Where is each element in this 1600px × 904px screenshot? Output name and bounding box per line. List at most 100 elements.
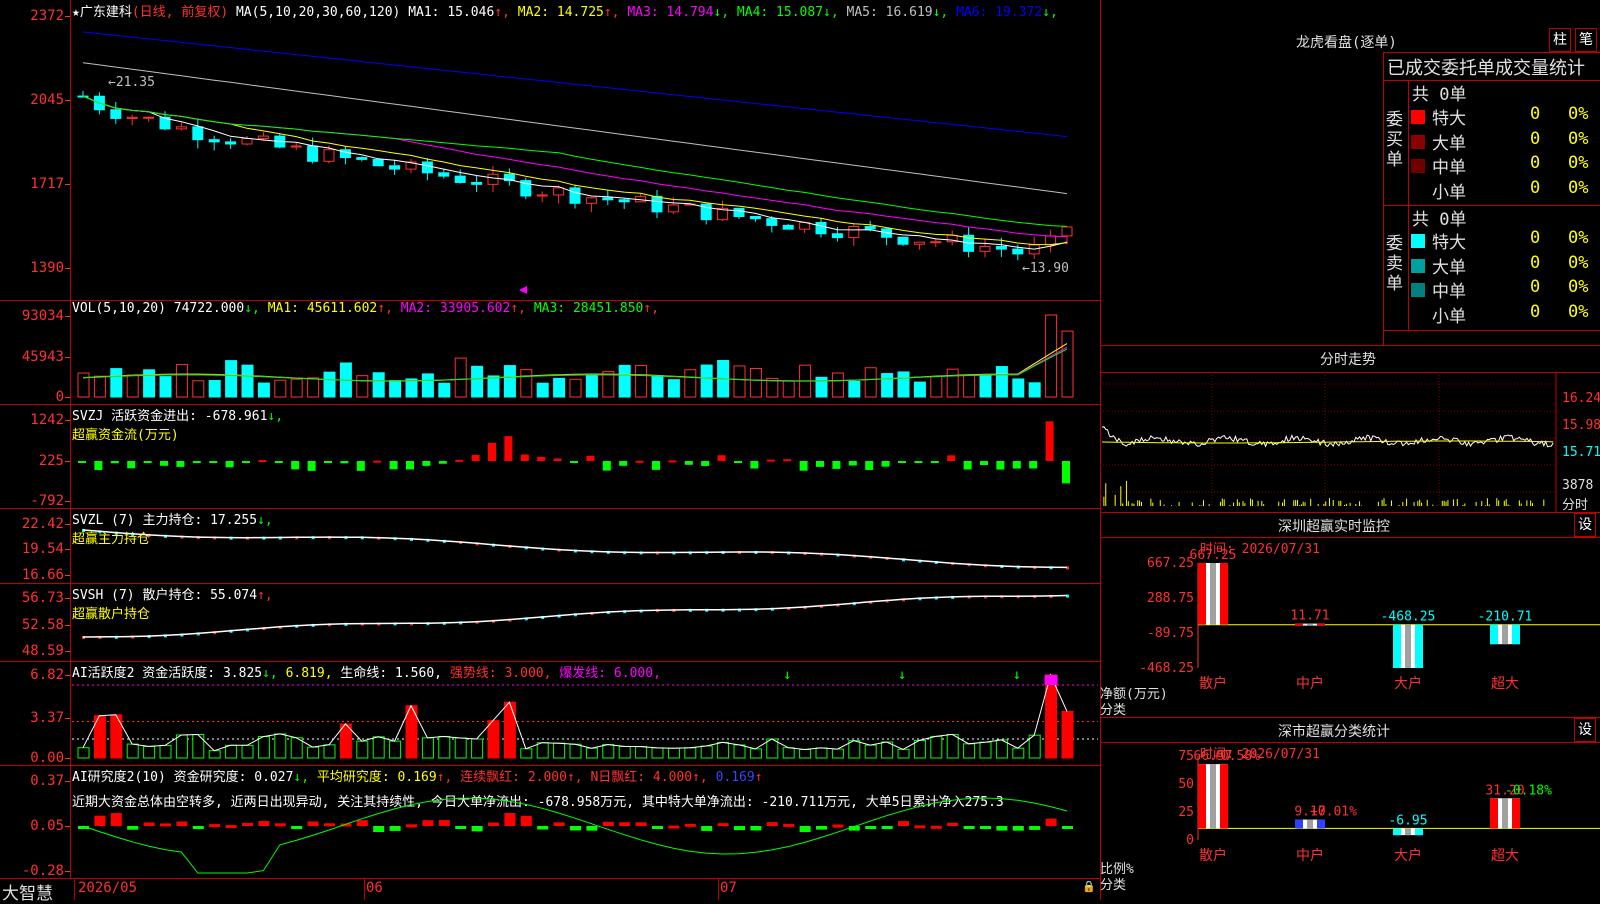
brand-label: 大智慧 xyxy=(2,884,53,904)
category-bar-edge xyxy=(1295,623,1303,626)
main-holding-chart[interactable] xyxy=(0,508,1100,583)
bar-mode-button[interactable]: 柱 xyxy=(1549,28,1571,52)
lhb-panel: 龙虎看盘(逐单) 柱 笔 已成交委托单成交量统计 委买单 委卖单 共 0单 共 … xyxy=(1100,0,1600,345)
fund-flow-bar xyxy=(766,459,775,462)
ai-activity-chart[interactable]: ↓ ↓ ↓ xyxy=(0,661,1100,765)
category-bar-shade xyxy=(1502,624,1508,645)
signal-arrow: ↓ xyxy=(898,667,906,683)
tick-mode-button[interactable]: 笔 xyxy=(1575,28,1597,52)
research-bar xyxy=(766,822,778,826)
order-percent: 0% xyxy=(1568,177,1589,198)
activity-line xyxy=(82,673,1068,752)
lock-icon[interactable]: 🔒 xyxy=(1082,880,1096,893)
monitor-panel[interactable]: 深圳超赢实时监控 设 时间: 2026/07/31 667.25 288.75 -8… xyxy=(1100,512,1600,718)
volume-pane[interactable]: 93034 45943 0 VOL(5,10,20) 74722.000↓, M… xyxy=(0,300,1100,405)
y-tick-label: 0 xyxy=(1186,833,1194,848)
category-bar-edge xyxy=(1415,828,1423,836)
research-bar xyxy=(668,825,680,829)
research-bar xyxy=(242,822,253,826)
order-count: 0 xyxy=(1530,252,1541,273)
volume-chart[interactable] xyxy=(0,300,1100,404)
activity-bar xyxy=(651,747,664,759)
fund-flow-bar xyxy=(520,454,529,461)
order-color-swatch xyxy=(1411,307,1427,324)
volume-bar xyxy=(1012,378,1025,398)
y-tick-label: 288.75 xyxy=(1147,591,1194,606)
volume-bar xyxy=(913,381,926,398)
volume-bar xyxy=(667,379,680,398)
volume-bar xyxy=(175,364,188,398)
activity-bar xyxy=(635,746,648,759)
fund-flow-bar xyxy=(356,461,365,471)
fund-flow-bar xyxy=(816,461,824,467)
retail-holding-chart[interactable] xyxy=(0,583,1100,661)
candle xyxy=(208,139,220,143)
research-bar xyxy=(291,826,303,829)
research-bar xyxy=(504,813,516,826)
candle xyxy=(471,181,483,185)
research-bar xyxy=(192,826,204,829)
sell-side-label: 委卖单 xyxy=(1386,234,1403,294)
ai-activity-pane[interactable]: 6.82 3.37 0.00 AI活跃度2 资金活跃度: 3.825↓, 6.8… xyxy=(0,661,1100,766)
activity-bar xyxy=(815,747,828,759)
candle xyxy=(815,221,827,235)
volume-bar xyxy=(225,360,238,398)
candle xyxy=(1045,235,1057,246)
candle xyxy=(438,172,450,177)
svsh-pane[interactable]: 56.73 52.58 48.59 SVSH (7) 散户持仓: 55.074↑… xyxy=(0,583,1100,662)
category-bar-shade xyxy=(1307,623,1313,626)
fund-flow-bar xyxy=(389,461,398,470)
candle xyxy=(651,195,663,213)
research-bar xyxy=(553,822,565,826)
activity-bar xyxy=(979,741,992,759)
candle xyxy=(749,215,761,220)
svzl-pane[interactable]: 22.42 19.54 16.66 SVZL (7) 主力持仓: 17.255↓… xyxy=(0,508,1100,584)
order-percent: 0% xyxy=(1568,228,1589,248)
intraday-panel[interactable]: 分时走势 16.24 15.98 15.71 3878 分时 xyxy=(1100,345,1600,513)
fund-flow-chart[interactable] xyxy=(0,404,1100,508)
activity-bar xyxy=(257,736,270,759)
high-marker: ←21.35 xyxy=(108,75,155,90)
research-bar xyxy=(865,826,877,829)
research-bar xyxy=(94,815,106,826)
ai-research-chart[interactable] xyxy=(0,765,1100,878)
research-bar xyxy=(110,813,122,826)
kline-pane[interactable]: 2372 2045 1717 1390 ★广东建科(日线, 前复权) MA(5,… xyxy=(0,0,1100,301)
order-count: 0 xyxy=(1530,153,1541,173)
activity-bar xyxy=(1061,710,1074,759)
volume-bar xyxy=(963,374,976,398)
activity-bar xyxy=(208,750,221,759)
activity-bar xyxy=(421,737,434,759)
fund-flow-bar xyxy=(78,461,86,463)
category-bar-edge xyxy=(1220,764,1228,829)
ma-line-6 xyxy=(82,31,1068,138)
fund-flow-bar xyxy=(340,461,349,464)
net-amount-chart[interactable]: 667.25 288.75 -89.75 -468.25 667.25 散户 11.71 中户… xyxy=(1100,513,1600,718)
activity-bar xyxy=(667,747,680,759)
fund-flow-bar xyxy=(422,461,431,466)
classify-unit2: 分类 xyxy=(1100,878,1127,893)
category-bar-edge xyxy=(1317,623,1325,626)
order-count: 0 xyxy=(1530,104,1541,124)
volume-bar xyxy=(471,365,484,398)
research-bar xyxy=(389,826,401,831)
volume-bar xyxy=(684,369,697,398)
category-label: 散户 xyxy=(1199,847,1227,864)
volume-bar xyxy=(848,380,861,398)
category-bar-shade xyxy=(1210,764,1216,829)
low-marker: ←13.90 xyxy=(1022,261,1069,276)
research-bar xyxy=(963,826,975,829)
research-bar xyxy=(799,826,811,833)
category-label: 中户 xyxy=(1296,675,1324,692)
classify-panel[interactable]: 深市超赢分类统计 设 时间: 2026/07/31 75 50 25 0 66.57 +0… xyxy=(1100,717,1600,901)
ai-research-pane[interactable]: 0.37 0.05 -0.28 AI研究度2(10) 资金研究度: 0.027↓… xyxy=(0,765,1100,879)
ratio-chart[interactable]: 755025066.57+0.58%散户9.17+0.01%中户-6.95大户3… xyxy=(1100,718,1600,901)
volume-bar xyxy=(553,377,566,398)
category-bar-shade xyxy=(1210,563,1216,625)
fund-flow-bar xyxy=(1012,461,1021,469)
svzj-pane[interactable]: 1242 225 -792 SVZJ 活跃资金进出: -678.961↓, 超赢… xyxy=(0,404,1100,509)
intraday-chart[interactable] xyxy=(1100,346,1600,513)
candlestick-chart[interactable] xyxy=(0,0,1100,300)
category-label: 超大 xyxy=(1491,848,1519,864)
research-bar xyxy=(209,824,221,828)
